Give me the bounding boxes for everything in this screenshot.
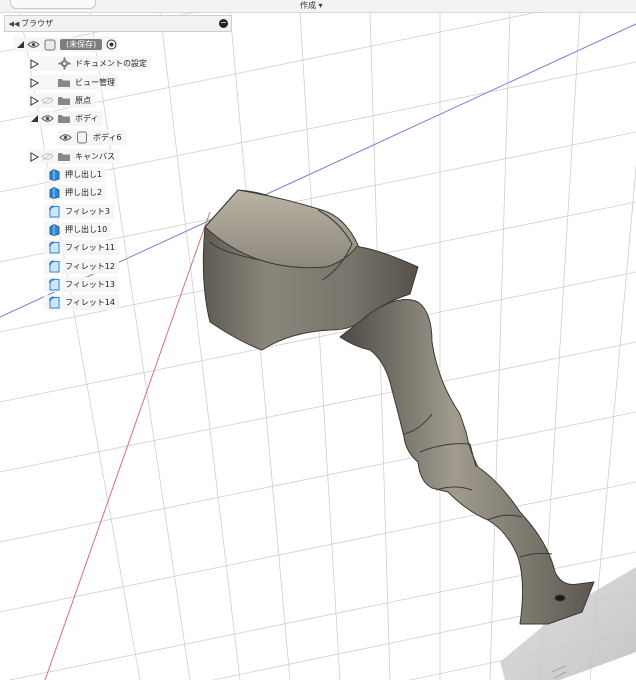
visibility-eye-icon[interactable] (26, 39, 40, 51)
minimize-icon[interactable]: − (219, 19, 228, 28)
timeline-feature-fillet-12[interactable]: フィレット12 (44, 259, 120, 274)
body-icon (74, 131, 90, 144)
hidden-eye-icon[interactable] (40, 95, 54, 107)
visibility-eye-icon[interactable] (40, 113, 54, 125)
feature-label: フィレット12 (65, 262, 116, 271)
node-label: キャンバス (75, 152, 115, 161)
browser-node-bodies[interactable]: ボディ (28, 111, 103, 126)
feature-label: フィレット3 (65, 207, 110, 216)
fillet-icon (46, 278, 62, 291)
expanded-triangle-icon[interactable] (28, 113, 40, 125)
node-label: ボディ (75, 114, 99, 123)
browser-node-document-settings[interactable]: ドキュメントの設定 (28, 56, 151, 71)
component-icon (42, 38, 58, 51)
extrude-icon (46, 223, 62, 236)
active-radio-icon[interactable] (106, 39, 117, 50)
model-body[interactable] (202, 189, 595, 625)
fillet-icon (46, 241, 62, 254)
feature-label: フィレット14 (65, 298, 116, 307)
feature-label: 押し出し2 (65, 188, 103, 197)
folder-icon (56, 150, 72, 163)
timeline-feature-fillet-11[interactable]: フィレット11 (44, 240, 120, 255)
extrude-icon (46, 168, 62, 181)
collapsed-triangle-icon[interactable] (28, 95, 40, 107)
root-label: (未保存) (60, 39, 103, 50)
expanded-triangle-icon[interactable] (14, 39, 26, 51)
collapsed-triangle-icon[interactable] (28, 151, 40, 163)
node-label: ドキュメントの設定 (75, 59, 147, 68)
feature-label: フィレット13 (65, 280, 116, 289)
fillet-icon (46, 260, 62, 273)
gear-icon (56, 57, 72, 70)
browser-root-node[interactable]: (未保存) (14, 37, 118, 52)
fillet-icon (46, 296, 62, 309)
timeline-feature-extrude-2[interactable]: 押し出し2 (44, 185, 107, 200)
fillet-icon (46, 205, 62, 218)
timeline-feature-fillet-3[interactable]: フィレット3 (44, 204, 114, 219)
folder-icon (56, 76, 72, 89)
feature-label: 押し出し1 (65, 170, 103, 179)
folder-icon (56, 94, 72, 107)
collapsed-triangle-icon[interactable] (28, 58, 40, 70)
node-label: ビュー管理 (75, 78, 115, 87)
browser-node-canvas[interactable]: キャンバス (28, 149, 119, 164)
create-menu-button[interactable]: 作成 ▾ (300, 0, 323, 12)
timeline-feature-extrude-1[interactable]: 押し出し1 (44, 167, 107, 182)
visibility-eye-icon[interactable] (58, 132, 72, 144)
browser-panel-header: ◀◀ ブラウザ − (4, 15, 232, 32)
folder-icon (56, 112, 72, 125)
node-label: 原点 (75, 96, 91, 105)
browser-node-body6[interactable]: ボディ6 (58, 130, 126, 145)
feature-label: 押し出し10 (65, 225, 108, 234)
hidden-eye-icon[interactable] (40, 151, 54, 163)
collapse-panel-icon[interactable]: ◀◀ (7, 20, 21, 28)
browser-node-view-management[interactable]: ビュー管理 (28, 75, 119, 90)
timeline-feature-extrude-10[interactable]: 押し出し10 (44, 222, 112, 237)
feature-label: フィレット11 (65, 243, 116, 252)
browser-title: ブラウザ (21, 19, 53, 28)
timeline-feature-fillet-14[interactable]: フィレット14 (44, 295, 120, 310)
browser-node-origin[interactable]: 原点 (28, 93, 95, 108)
timeline-feature-fillet-13[interactable]: フィレット13 (44, 277, 120, 292)
document-tab[interactable] (10, 0, 96, 9)
extrude-icon (46, 186, 62, 199)
collapsed-triangle-icon[interactable] (28, 77, 40, 89)
node-label: ボディ6 (93, 133, 122, 142)
